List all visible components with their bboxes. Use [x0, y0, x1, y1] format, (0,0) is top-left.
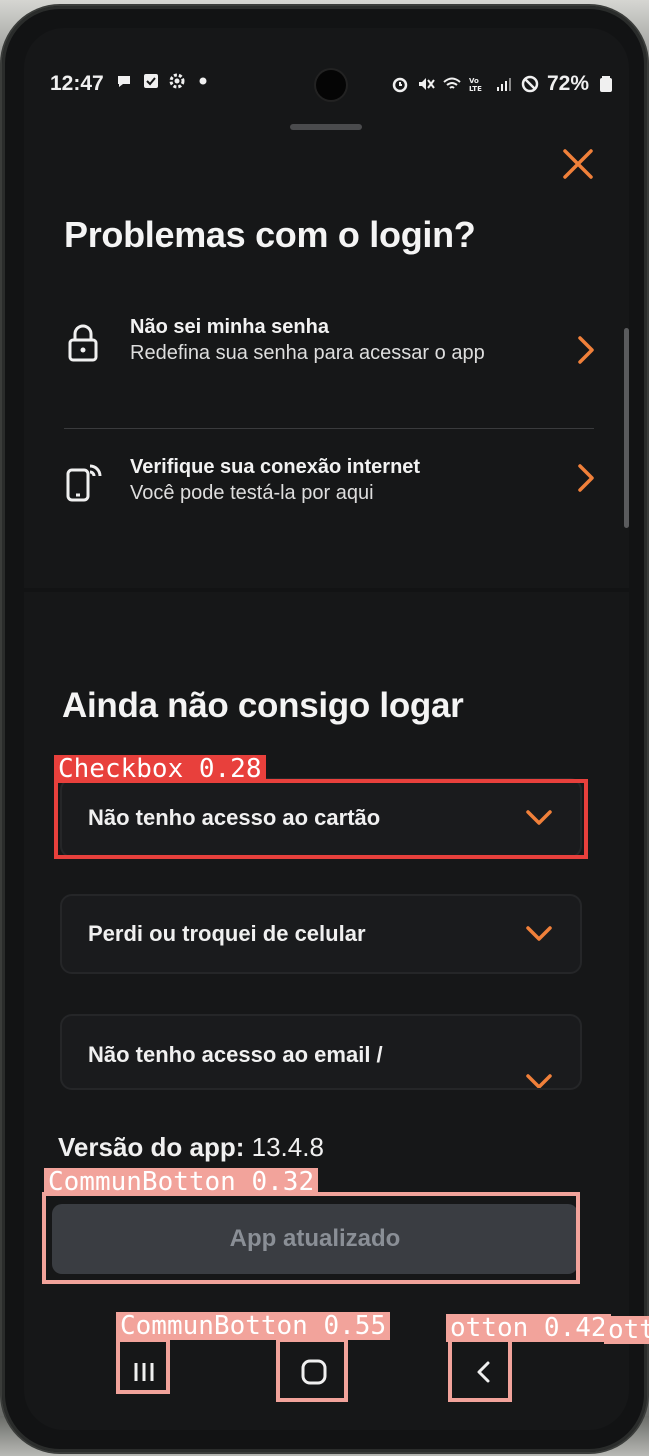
option-check-connection[interactable]: Verifique sua conexão internet Você pode…	[60, 454, 600, 506]
status-right-icons: Vo LTE 72%	[391, 72, 615, 96]
home-icon	[301, 1359, 327, 1385]
version-value: 13.4.8	[251, 1132, 324, 1162]
version-label: Versão do app:	[58, 1132, 245, 1162]
settings-gear-icon	[169, 73, 185, 89]
status-time: 12:47	[50, 72, 104, 95]
back-icon	[477, 1361, 490, 1383]
chevron-down-icon	[526, 926, 552, 941]
volte-icon: VoLTE	[469, 77, 482, 93]
recent-apps-button[interactable]	[120, 1348, 168, 1396]
sheet-drag-handle[interactable]	[290, 124, 362, 130]
accordion-lost-phone[interactable]: Perdi ou troquei de celular	[60, 894, 582, 974]
option-subtitle: Você pode testá-la por aqui	[130, 482, 374, 504]
detection-label-back: otton 0.42	[446, 1314, 611, 1342]
battery-icon	[600, 76, 612, 92]
option-title: Verifique sua conexão internet	[130, 456, 421, 478]
accordion-no-email-access[interactable]: Não tenho acesso ao email /	[60, 1014, 582, 1090]
status-bar: 12:47 Vo LTE 72%	[24, 28, 629, 118]
back-button[interactable]	[460, 1348, 508, 1396]
svg-text:Vo: Vo	[469, 77, 479, 85]
svg-text:LTE: LTE	[469, 85, 482, 93]
option-subtitle: Redefina sua senha para acessar o app	[130, 342, 485, 364]
close-icon	[563, 149, 593, 179]
recent-apps-icon	[134, 1363, 154, 1381]
status-left-icons	[116, 72, 212, 90]
accordion-label: Perdi ou troquei de celular	[88, 921, 366, 946]
accordion-label: Não tenho acesso ao cartão	[88, 805, 381, 830]
scrollbar[interactable]	[624, 328, 629, 528]
detection-label-recent-apps: CommunBotton 0.55	[116, 1312, 391, 1340]
chevron-right-icon	[578, 464, 594, 492]
option-check-connection-text: Verifique sua conexão internet Você pode…	[130, 454, 572, 506]
close-button[interactable]	[554, 140, 602, 188]
detection-label-edge: ott	[604, 1316, 649, 1344]
accordion-no-card-access[interactable]: Não tenho acesso ao cartão	[60, 778, 582, 858]
accordion-label: Não tenho acesso ao email /	[88, 1042, 383, 1067]
battery-percent: 72%	[546, 72, 589, 95]
wifi-icon	[443, 77, 461, 89]
section-separator	[24, 588, 629, 592]
divider	[64, 428, 594, 429]
checkbox-notify-icon	[144, 74, 158, 88]
option-forgot-password[interactable]: Não sei minha senha Redefina sua senha p…	[60, 314, 600, 370]
front-camera	[316, 70, 346, 100]
dot-icon	[199, 77, 207, 85]
page-title: Problemas com o login?	[64, 214, 476, 255]
chevron-right-icon	[578, 336, 594, 364]
alarm-icon	[392, 77, 408, 93]
app-version: Versão do app: 13.4.8	[58, 1132, 324, 1163]
dnd-icon	[521, 75, 539, 93]
lock-icon	[68, 324, 98, 362]
section-title: Ainda não consigo logar	[62, 686, 464, 725]
mute-icon	[418, 78, 435, 90]
detection-label-update-button: CommunBotton 0.32	[44, 1168, 319, 1196]
option-title: Não sei minha senha	[130, 316, 329, 338]
phone-frame: 12:47 Vo LTE 72% Problemas com o login? …	[2, 6, 647, 1452]
app-screen: 12:47 Vo LTE 72% Problemas com o login? …	[24, 28, 629, 1430]
chat-bubble-icon	[118, 76, 130, 87]
app-updated-button[interactable]: App atualizado	[52, 1204, 578, 1274]
phone-signal-icon	[66, 464, 102, 502]
detection-label-checkbox: Checkbox 0.28	[54, 755, 266, 783]
signal-icon	[496, 78, 511, 91]
chevron-down-icon	[526, 810, 552, 825]
option-forgot-password-text: Não sei minha senha Redefina sua senha p…	[130, 314, 572, 366]
home-button[interactable]	[290, 1348, 338, 1396]
chevron-down-icon	[526, 1074, 552, 1088]
